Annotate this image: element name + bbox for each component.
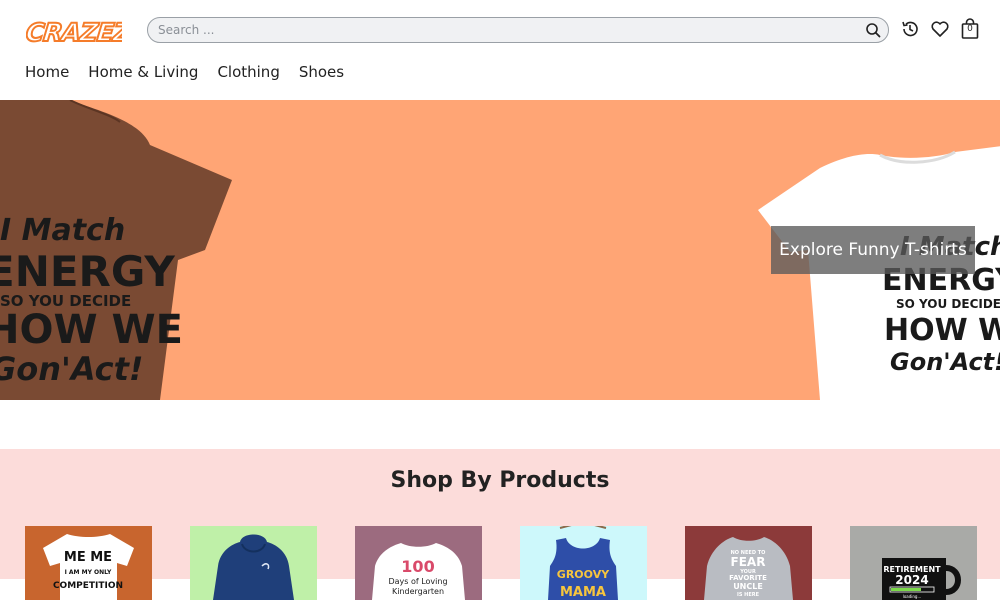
svg-text:GROOVY: GROOVY [557, 568, 610, 581]
svg-text:100: 100 [401, 557, 434, 576]
product-card-hoodie[interactable] [190, 526, 317, 600]
product-card-mug[interactable]: RETIREMENT 2024 loading... [850, 526, 977, 600]
product-card-sweatshirt[interactable]: 100 Days of Loving Kindergarten [355, 526, 482, 600]
svg-text:SO YOU DECIDE: SO YOU DECIDE [896, 297, 1000, 311]
search-bar [147, 17, 889, 43]
section-title: Shop By Products [390, 468, 610, 493]
nav-clothing[interactable]: Clothing [217, 63, 279, 81]
site-logo[interactable]: CRAZEZY [26, 14, 122, 48]
site-header: CRAZEZY 0 Home Home & Living Clothing Sh… [0, 0, 1000, 100]
product-card-uncle-sweatshirt[interactable]: NO NEED TO FEAR YOUR FAVORITE UNCLE IS H… [685, 526, 812, 600]
nav-shoes[interactable]: Shoes [299, 63, 344, 81]
svg-text:HOW WE: HOW WE [884, 313, 1000, 348]
product-card-tank-top[interactable]: GROOVY MAMA [520, 526, 647, 600]
search-input[interactable] [148, 18, 862, 42]
product-card-tshirt[interactable]: ME ME I AM MY ONLY COMPETITION [25, 526, 152, 600]
hero-banner[interactable]: I Match ENERGY SO YOU DECIDE HOW WE Gon'… [0, 100, 1000, 400]
svg-text:Gon'Act!: Gon'Act! [0, 350, 143, 388]
svg-text:IS HERE: IS HERE [737, 592, 760, 598]
heart-icon[interactable] [928, 16, 952, 42]
svg-text:ME ME: ME ME [64, 550, 112, 565]
svg-text:2024: 2024 [895, 573, 928, 587]
svg-text:I AM MY ONLY: I AM MY ONLY [65, 569, 112, 576]
svg-text:Gon'Act!: Gon'Act! [890, 348, 1000, 376]
svg-text:Days of Loving: Days of Loving [388, 577, 447, 586]
svg-text:loading...: loading... [903, 594, 922, 599]
explore-funny-tshirts-button[interactable]: Explore Funny T-shirts [771, 226, 975, 274]
logo-text: CRAZEZY [26, 18, 122, 47]
svg-text:MAMA: MAMA [560, 585, 606, 600]
svg-text:I Match: I Match [0, 213, 125, 248]
svg-text:FAVORITE: FAVORITE [729, 574, 767, 582]
cart-count: 0 [967, 24, 973, 34]
main-nav: Home Home & Living Clothing Shoes [25, 63, 344, 81]
cart-icon[interactable]: 0 [958, 16, 982, 42]
search-icon[interactable] [862, 19, 884, 41]
history-icon[interactable] [898, 16, 922, 42]
svg-text:UNCLE: UNCLE [733, 582, 763, 591]
svg-text:ENERGY: ENERGY [0, 247, 175, 296]
nav-home[interactable]: Home [25, 63, 69, 81]
header-actions: 0 [898, 16, 982, 42]
nav-home-living[interactable]: Home & Living [88, 63, 198, 81]
shop-by-products-section: Shop By Products ME ME I AM MY ONLY COMP… [0, 449, 1000, 600]
svg-text:HOW WE: HOW WE [0, 307, 183, 353]
svg-text:FEAR: FEAR [731, 555, 766, 569]
svg-text:COMPETITION: COMPETITION [53, 581, 123, 591]
product-card-list: ME ME I AM MY ONLY COMPETITION 100 Days [25, 526, 977, 600]
svg-text:Kindergarten: Kindergarten [392, 587, 444, 596]
